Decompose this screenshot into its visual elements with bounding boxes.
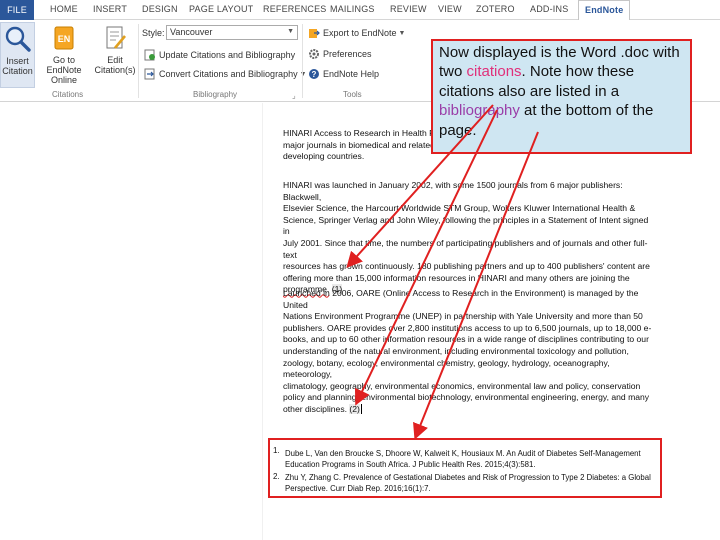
tab-references[interactable]: REFERENCES <box>263 4 327 14</box>
go-to-endnote-online-label: Go to EndNote Online <box>46 55 82 85</box>
tab-design[interactable]: DESIGN <box>142 4 178 14</box>
text-line: Dube L, Van den Broucke S, Dhoore W, Kal… <box>285 449 641 458</box>
text-line: Zhu Y, Zhang C. Prevalence of Gestationa… <box>285 473 651 482</box>
callout-highlight-bibliography: bibliography <box>439 102 520 120</box>
tab-add-ins[interactable]: ADD-INS <box>530 4 568 14</box>
endnote-help-button[interactable]: ? EndNote Help <box>308 67 379 81</box>
svg-text:?: ? <box>312 70 317 79</box>
citation-2[interactable]: (2) <box>349 403 360 414</box>
endnote-logo-icon: EN <box>54 26 74 50</box>
text-line: July 2001. Since that time, the numbers … <box>283 237 648 260</box>
text-line: Nations Environment Programme (UNEP) in … <box>283 311 643 322</box>
text-line: zoology, botany, ecology, environmental … <box>283 357 610 380</box>
edit-document-icon <box>106 26 126 49</box>
bibliography-number: 2. <box>273 472 280 481</box>
convert-icon <box>144 68 155 80</box>
preferences-button[interactable]: Preferences <box>308 47 372 61</box>
text-line: Perspective. Curr Diab Rep. 2016;16(1):7… <box>285 484 431 494</box>
text-line: books, and up to 60 other information re… <box>283 334 649 345</box>
text-fragment: other disciplines. <box>283 403 348 414</box>
go-to-endnote-online-button[interactable]: EN Go to EndNote Online <box>36 22 92 88</box>
text-line: Elsevier Science, the Harcourt Worldwide… <box>283 203 636 214</box>
svg-text:EN: EN <box>58 34 71 44</box>
page-edge <box>262 103 263 540</box>
ribbon-tab-bar: FILE HOME INSERT DESIGN PAGE LAYOUT REFE… <box>0 0 720 21</box>
tools-group-label: Tools <box>343 90 362 99</box>
chevron-down-icon: ▼ <box>398 29 406 37</box>
bibliography-group-label: Bibliography <box>193 90 238 99</box>
tab-home[interactable]: HOME <box>50 4 78 14</box>
tab-file[interactable]: FILE <box>0 0 34 20</box>
bibliography-entry[interactable]: Zhu Y, Zhang C. Prevalence of Gestationa… <box>285 472 657 495</box>
text-line: publishers. OARE provides over 2,800 ins… <box>283 322 652 333</box>
endnote-help-label: EndNote Help <box>323 69 380 79</box>
group-separator <box>138 24 139 98</box>
update-icon <box>144 49 155 61</box>
style-dropdown[interactable]: Vancouver ▼ <box>166 25 298 40</box>
text-line: offering more than 15,000 information re… <box>283 272 630 283</box>
text-line: policy and planning, environmental biote… <box>283 392 650 403</box>
insert-citation-button[interactable]: Insert Citation <box>0 22 35 88</box>
text-line: resources has grown continuously. 180 pu… <box>283 261 650 272</box>
insert-citation-label: Insert Citation <box>2 56 33 76</box>
update-citations-button[interactable]: Update Citations and Bibliography <box>144 48 295 62</box>
tab-mailings[interactable]: MAILINGS <box>330 4 375 14</box>
text-line: Science, Springer Verlag and John Wiley,… <box>283 214 649 237</box>
paragraph-oare[interactable]: Launched in 2006, OARE (Online Access to… <box>283 288 655 416</box>
export-to-endnote-button[interactable]: Export to EndNote ▼ <box>308 26 405 40</box>
tab-insert[interactable]: INSERT <box>93 4 127 14</box>
text-line: Education Programs in South Africa. J Pu… <box>285 460 536 470</box>
convert-citations-label: Convert Citations and Bibliography <box>159 69 298 79</box>
text-line: other disciplines. (2)​ <box>283 403 655 416</box>
tab-endnote[interactable]: EndNote <box>578 0 631 21</box>
paragraph-hinari[interactable]: HINARI was launched in January 2002, wit… <box>283 180 655 296</box>
tab-view[interactable]: VIEW <box>438 4 462 14</box>
citations-group-label: Citations <box>52 90 84 99</box>
tab-zotero[interactable]: ZOTERO <box>476 4 515 14</box>
magnifier-icon <box>5 26 31 52</box>
style-value: Vancouver <box>170 27 213 37</box>
export-icon <box>309 29 320 38</box>
dialog-launcher-icon[interactable]: ⌟ <box>292 91 296 100</box>
text-line: Launched in 2006, OARE (Online Access to… <box>283 288 639 310</box>
update-citations-label: Update Citations and Bibliography <box>159 50 296 60</box>
edit-citations-button[interactable]: Edit Citation(s) <box>93 22 137 88</box>
text-line: HINARI was launched in January 2002, wit… <box>283 180 623 202</box>
style-label: Style: <box>142 28 165 38</box>
bibliography-box[interactable]: 1. Dube L, Van den Broucke S, Dhoore W, … <box>268 438 662 498</box>
group-separator <box>302 24 303 98</box>
tab-review[interactable]: REVIEW <box>390 4 427 14</box>
export-to-endnote-label: Export to EndNote <box>323 28 397 38</box>
bibliography-entry[interactable]: Dube L, Van den Broucke S, Dhoore W, Kal… <box>285 448 657 471</box>
preferences-label: Preferences <box>323 49 372 59</box>
help-icon: ? <box>309 69 319 79</box>
bibliography-number: 1. <box>273 446 280 455</box>
convert-citations-button[interactable]: Convert Citations and Bibliography ▼ <box>144 67 307 81</box>
text-line: climatology, geography, environmental ec… <box>283 380 641 391</box>
text-cursor: ​ <box>360 403 362 414</box>
text-line: understanding of the natural environment… <box>283 345 629 356</box>
edit-citations-label: Edit Citation(s) <box>94 55 136 75</box>
chevron-down-icon: ▼ <box>299 70 307 78</box>
chevron-down-icon: ▼ <box>287 28 294 35</box>
gear-icon <box>309 49 319 59</box>
tab-page-layout[interactable]: PAGE LAYOUT <box>189 4 253 14</box>
callout-highlight-citations: citations <box>466 63 522 81</box>
annotation-callout: Now displayed is the Word .doc with two … <box>431 39 692 154</box>
